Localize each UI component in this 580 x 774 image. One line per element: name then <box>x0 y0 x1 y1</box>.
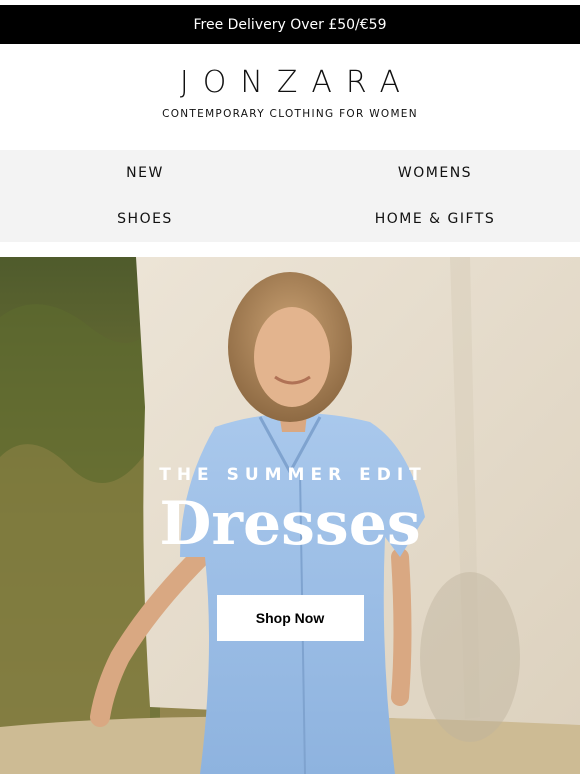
nav-item-new[interactable]: NEW <box>0 150 290 196</box>
nav-item-shoes[interactable]: SHOES <box>0 196 290 242</box>
brand-tagline: CONTEMPORARY CLOTHING FOR WOMEN <box>162 108 418 120</box>
nav-item-home-gifts[interactable]: HOME & GIFTS <box>290 196 580 242</box>
hero-headline: Dresses <box>159 489 421 559</box>
category-nav: NEW WOMENS SHOES HOME & GIFTS <box>0 150 580 242</box>
hero-banner[interactable]: THE SUMMER EDIT Dresses Shop Now <box>0 257 580 774</box>
shop-now-button[interactable]: Shop Now <box>216 595 364 641</box>
brand-header: JONZARA CONTEMPORARY CLOTHING FOR WOMEN <box>0 44 580 150</box>
nav-item-womens[interactable]: WOMENS <box>290 150 580 196</box>
promo-bar[interactable]: Free Delivery Over £50/€59 <box>0 5 580 44</box>
hero-overlay: THE SUMMER EDIT Dresses Shop Now <box>0 257 580 774</box>
promo-text: Free Delivery Over £50/€59 <box>193 16 387 33</box>
brand-logo[interactable]: JONZARA <box>166 66 414 100</box>
hero-eyebrow: THE SUMMER EDIT <box>159 465 427 485</box>
section-spacer <box>0 242 580 257</box>
